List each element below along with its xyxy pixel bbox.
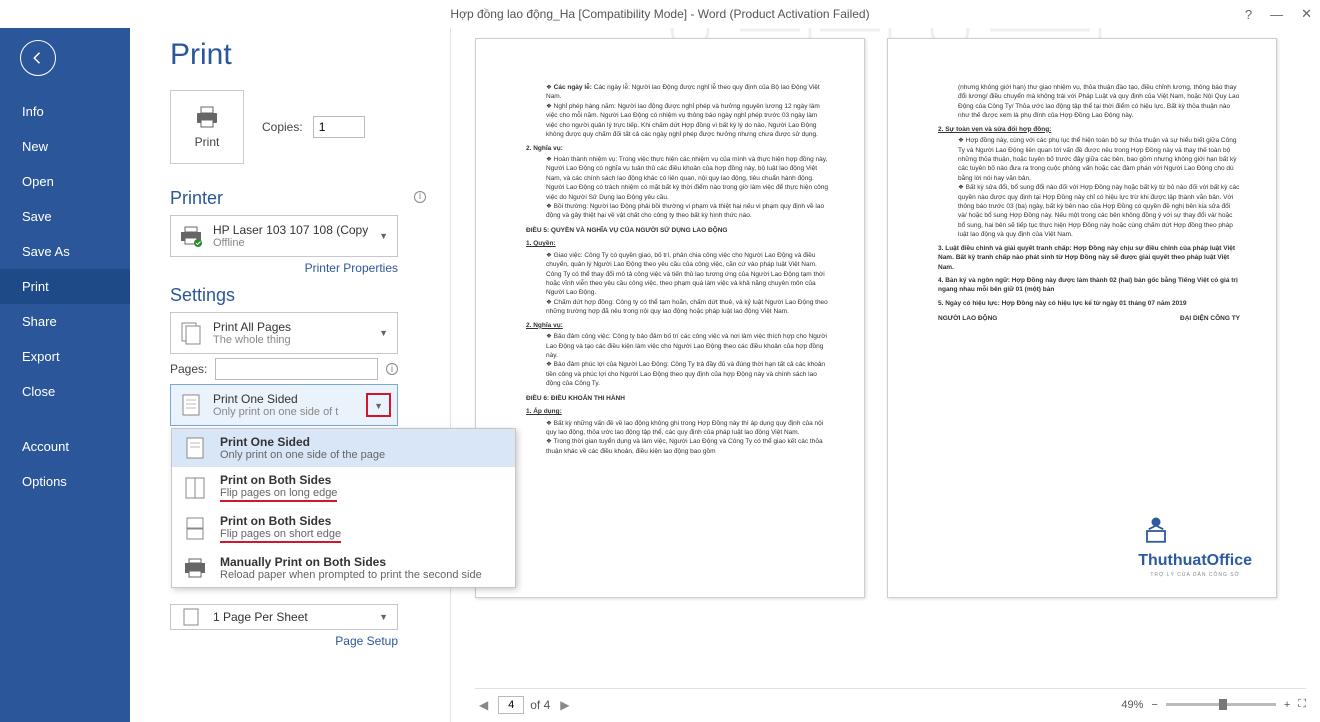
sidebar-item-print[interactable]: Print [0,269,130,304]
sidebar-item-open[interactable]: Open [0,164,130,199]
chevron-down-icon: ▼ [376,231,391,241]
chevron-down-icon: ▼ [376,612,391,622]
option-one-sided[interactable]: Print One Sided Only print on one side o… [172,429,515,467]
current-page-input[interactable] [498,696,524,714]
sides-dropdown-menu: Print One Sided Only print on one side o… [171,428,516,588]
pages-input[interactable] [215,358,378,380]
sheet-icon [177,607,205,627]
copies-input[interactable] [313,116,365,138]
help-icon[interactable]: ? [1245,7,1252,22]
next-page-icon[interactable]: ▶ [556,698,573,712]
close-icon[interactable]: ✕ [1301,6,1312,22]
sidebar-item-saveas[interactable]: Save As [0,234,130,269]
sidebar-item-account[interactable]: Account [0,429,130,464]
sidebar-item-options[interactable]: Options [0,464,130,499]
sidebar-item-export[interactable]: Export [0,339,130,374]
prev-page-icon[interactable]: ◀ [475,698,492,712]
pages-label: Pages: [170,362,207,376]
chevron-down-icon: ▼ [376,328,391,338]
minimize-icon[interactable]: — [1270,7,1283,22]
copies-label: Copies: [262,120,303,134]
print-preview: Các ngày lễ: Các ngày lễ: Người lao Động… [451,28,1320,722]
pages-per-sheet-dropdown[interactable]: 1 Page Per Sheet ▼ [170,604,398,630]
zoom-value: 49% [1121,699,1143,711]
info-icon[interactable]: i [414,191,426,203]
sidebar-item-share[interactable]: Share [0,304,130,339]
info-icon[interactable]: i [386,363,398,375]
printer-section-title: Printer [170,188,223,209]
sidebar-item-close[interactable]: Close [0,374,130,409]
pages-icon [177,321,205,345]
sidebar-item-save[interactable]: Save [0,199,130,234]
option-manual-both-sides[interactable]: Manually Print on Both Sides Reload pape… [172,549,515,587]
zoom-out-icon[interactable]: − [1151,699,1157,711]
window-title: Hợp đồng lao động_Ha [Compatibility Mode… [450,7,869,21]
page-setup-link[interactable]: Page Setup [170,634,398,648]
chevron-down-icon: ▼ [366,393,391,417]
watermark-logo: ThuthuatOffice TRỢ LÝ CỦA DÂN CÔNG SỞ [1138,513,1252,579]
preview-page: Các ngày lễ: Các ngày lễ: Người lao Động… [475,38,865,598]
settings-section-title: Settings [170,285,426,306]
printer-dropdown[interactable]: HP Laser 103 107 108 (Copy 1) Offline ▼ [170,215,398,257]
page-count-label: of 4 [530,698,550,712]
printer-icon [177,225,205,247]
preview-page: (nhưng không giới hạn) thư giao nhiệm vụ… [887,38,1277,598]
option-both-sides-short[interactable]: Print on Both Sides Flip pages on short … [172,508,515,549]
sidebar-item-info[interactable]: Info [0,94,130,129]
printer-properties-link[interactable]: Printer Properties [170,261,398,275]
zoom-slider[interactable] [1166,703,1276,706]
titlebar: Hợp đồng lao động_Ha [Compatibility Mode… [0,0,1320,28]
print-button[interactable]: Print [170,90,244,164]
print-range-dropdown[interactable]: Print All Pages The whole thing ▼ [170,312,398,354]
fit-page-icon[interactable]: ⛶ [1298,698,1306,711]
backstage-sidebar: Info New Open Save Save As Print Share E… [0,28,130,722]
back-button[interactable] [20,40,56,76]
print-heading: Print [170,38,426,72]
option-both-sides-long[interactable]: Print on Both Sides Flip pages on long e… [172,467,515,508]
zoom-in-icon[interactable]: + [1284,699,1290,711]
sidebar-item-new[interactable]: New [0,129,130,164]
one-sided-icon [177,392,205,418]
sides-dropdown[interactable]: Print One Sided Only print on one side o… [170,384,398,426]
